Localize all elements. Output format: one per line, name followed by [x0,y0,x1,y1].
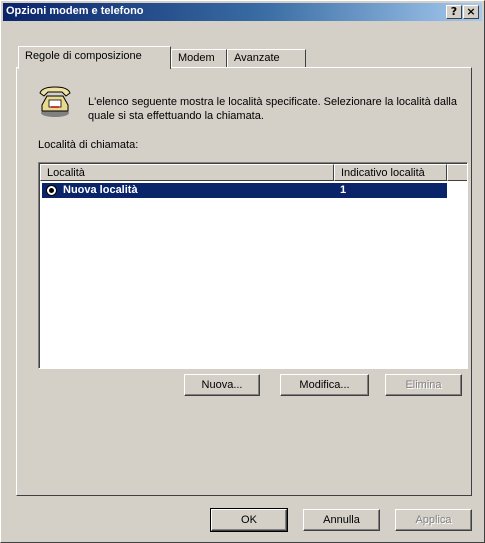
list-header: Località Indicativo località [40,164,467,181]
new-location-button[interactable]: Nuova... [184,374,260,396]
apply-button[interactable]: Applica [395,509,472,531]
list-item[interactable]: Nuova località 1 [42,183,447,198]
help-button[interactable]: ? [446,5,462,19]
delete-location-button[interactable]: Elimina [385,374,462,396]
tab-panel: L'elenco seguente mostra le località spe… [16,67,472,496]
close-button[interactable]: × [463,5,479,19]
cancel-button[interactable]: Annulla [303,509,380,531]
tab-advanced[interactable]: Avanzate [227,49,306,67]
location-area-code: 1 [340,184,347,196]
column-header-filler [447,164,467,181]
tab-dialing-rules[interactable]: Regole di composizione [18,46,171,69]
radio-selected-icon[interactable] [46,185,57,196]
locations-label: Località di chiamata: [38,139,139,151]
window-title: Opzioni modem e telefono [6,5,144,17]
location-name: Nuova località [63,184,138,196]
column-header-location[interactable]: Località [40,164,334,181]
description-text: L'elenco seguente mostra le località spe… [88,96,457,122]
title-bar[interactable]: Opzioni modem e telefono ? × [3,3,482,21]
dialog-window: Opzioni modem e telefono ? × Regole di c… [0,0,485,543]
locations-list[interactable]: Località Indicativo località Nuova local… [38,162,468,369]
tab-modem[interactable]: Modem [171,49,227,67]
column-header-area-code[interactable]: Indicativo località [334,164,447,181]
edit-location-button[interactable]: Modifica... [280,374,369,396]
telephone-icon [39,86,71,117]
ok-button[interactable]: OK [210,508,288,532]
